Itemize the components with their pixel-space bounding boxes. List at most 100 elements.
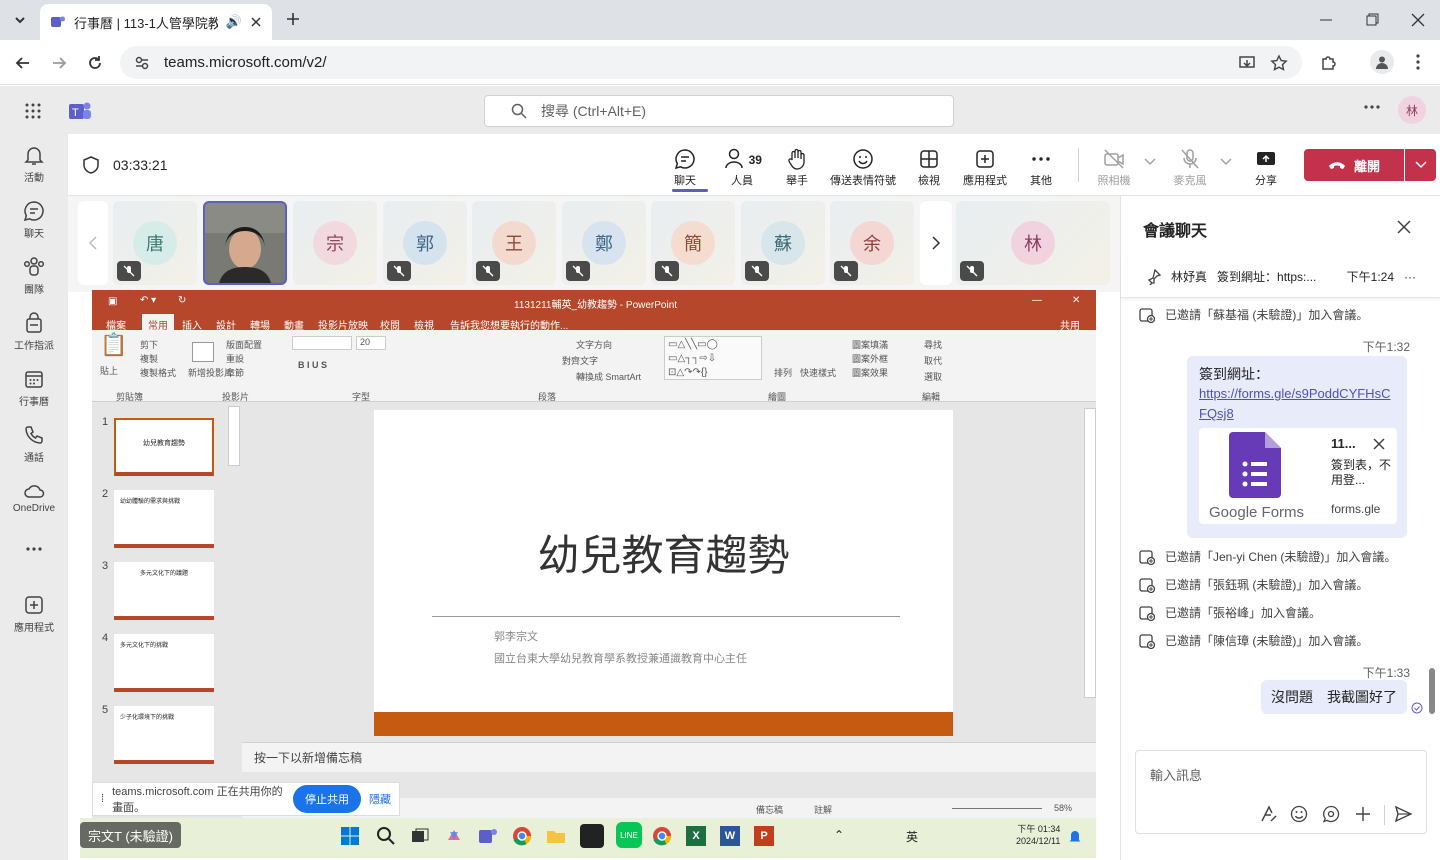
raise-hand-button[interactable]: 舉手 [784,148,810,188]
more-button[interactable]: 其他 [1028,148,1054,188]
send-icon[interactable] [1394,805,1412,823]
restore-icon[interactable] [1364,12,1380,28]
mic-options-chevron-icon[interactable] [1220,158,1232,166]
rail-item-onedrive[interactable]: OneDrive [0,482,68,514]
format-icon[interactable] [1260,805,1278,823]
settings-more-icon[interactable] [1364,104,1380,110]
rail-item-chat[interactable]: 聊天 [0,200,68,240]
new-tab-icon[interactable] [284,10,302,28]
participant-tile[interactable]: 余 [830,201,914,285]
window-close-icon[interactable] [1410,12,1426,28]
drag-handle-icon[interactable]: ⁞ [101,793,104,805]
compose-box[interactable]: 輸入訊息 [1135,750,1427,834]
back-icon[interactable] [14,54,32,72]
browser-tab[interactable]: 行事曆 | 113-1人管學院教師 🔊 [40,4,272,40]
task-view-icon[interactable] [410,826,430,846]
mic-button[interactable]: 麥克風 [1168,148,1212,188]
chat-scrollbar[interactable] [1429,668,1435,714]
profile-icon[interactable] [1370,50,1394,74]
omnibox[interactable]: teams.microsoft.com/v2/ [120,46,1302,79]
card-close-icon[interactable] [1373,438,1385,450]
pinned-more-icon[interactable]: ··· [1404,270,1416,284]
bell-icon [24,147,44,165]
search-box[interactable]: 搜尋 (Ctrl+Alt+E) [484,95,954,127]
tab-search-chevron-icon[interactable] [10,10,30,30]
participant-tile-video[interactable] [203,201,287,285]
status-notes: 備忘稿 [756,805,784,815]
taskbar-date: 2024/12/11 [1016,836,1061,846]
chat-close-icon[interactable] [1397,220,1411,234]
hide-banner-link[interactable]: 隱藏 [369,791,391,807]
browser-menu-icon[interactable] [1410,53,1426,71]
rail-item-activity[interactable]: 活動 [0,144,68,184]
participant-tile[interactable]: 宗 [293,201,377,285]
line-app-icon[interactable]: LINE [616,822,642,848]
participant-tile[interactable]: 蘇 [741,201,825,285]
bookmark-star-icon[interactable] [1270,53,1288,72]
file-explorer-icon[interactable] [546,826,566,846]
notification-bell-icon[interactable] [1068,828,1082,844]
strip-next-icon[interactable] [920,201,952,285]
participant-tile[interactable]: 郭 [383,201,467,285]
app-icon[interactable] [580,824,604,848]
user-avatar[interactable]: 林 [1398,96,1426,124]
emoji-icon[interactable] [1290,805,1308,823]
chat-button[interactable]: 聊天 [672,148,698,188]
taskbar-search-icon[interactable] [376,826,396,846]
rail-item-calendar[interactable]: 行事曆 [0,368,68,408]
site-info-icon[interactable] [134,55,150,71]
pinned-author: 林妤真 [1171,270,1208,284]
taskbar-teams-icon[interactable] [478,826,498,846]
share-button[interactable]: 分享 [1252,148,1280,188]
camera-off-icon [1104,149,1124,169]
participant-tile[interactable]: 林 [956,201,1110,285]
people-button[interactable]: 39 人員 [722,148,762,188]
leave-button[interactable]: 離開 [1304,149,1404,181]
chrome-icon[interactable] [512,826,532,846]
camera-options-chevron-icon[interactable] [1144,158,1156,166]
participants-strip: 唐 宗 郭 王 鄭 簡 蘇 余 林 [68,196,1120,292]
participant-tile[interactable]: 唐 [113,201,197,285]
teams-icon [23,257,45,276]
reload-icon[interactable] [86,54,104,72]
participant-tile[interactable]: 鄭 [562,201,646,285]
rail-item-assignments[interactable]: 工作指派 [0,312,68,352]
message-link[interactable]: https://forms.gle/s9PoddCYFHsCFQsj8 [1199,384,1395,424]
excel-icon[interactable]: X [686,826,706,846]
url-text[interactable]: teams.microsoft.com/v2/ [164,54,327,71]
stop-sharing-button[interactable]: 停止共用 [293,785,361,813]
apps-button[interactable]: 應用程式 [960,148,1010,188]
shield-icon[interactable] [82,156,100,174]
word-icon[interactable]: W [720,826,740,846]
taskbar-clock[interactable]: 下午 01:34 2024/12/11 [1016,823,1060,847]
powerpoint-icon[interactable]: P [754,826,774,846]
ppt-minimize-icon: — [1032,295,1042,306]
loop-icon[interactable] [1322,805,1340,823]
pinned-message[interactable]: 林妤真 簽到網址：https:... 下午1:24 ··· [1121,256,1440,298]
rail-item-calls[interactable]: 通話 [0,424,68,464]
windows-start-icon[interactable] [340,826,360,846]
forward-icon[interactable] [50,54,68,72]
ime-indicator[interactable]: 英 [906,828,918,845]
rail-item-apps[interactable]: 應用程式 [0,594,68,634]
leave-options-chevron-icon[interactable] [1405,149,1436,181]
tab-close-icon[interactable] [250,16,262,28]
strip-prev-icon[interactable] [78,201,108,285]
minimize-icon[interactable] [1318,12,1334,28]
participant-tile[interactable]: 王 [472,201,556,285]
react-button[interactable]: 傳送表情符號 [828,148,898,188]
chrome-icon-2[interactable] [652,826,672,846]
rail-item-teams[interactable]: 團隊 [0,256,68,296]
link-preview-card[interactable]: Google Forms 11... 簽到表，不用登... forms.gle [1199,428,1397,524]
camera-button[interactable]: 照相機 [1094,148,1134,188]
tray-chevron-icon[interactable]: ⌃ [834,828,844,842]
windows-taskbar: 宗文T (未驗證) LINE X W P ⌃ 英 下午 01:34 2024/1… [80,818,1096,858]
app-launcher-icon[interactable] [24,102,42,120]
install-app-icon[interactable] [1238,54,1256,72]
attach-plus-icon[interactable] [1354,805,1372,823]
extensions-icon[interactable] [1320,53,1338,71]
rail-more-icon[interactable] [0,546,68,555]
view-button[interactable]: 檢視 [916,148,942,188]
copilot-icon[interactable] [444,826,464,846]
participant-tile[interactable]: 簡 [651,201,735,285]
